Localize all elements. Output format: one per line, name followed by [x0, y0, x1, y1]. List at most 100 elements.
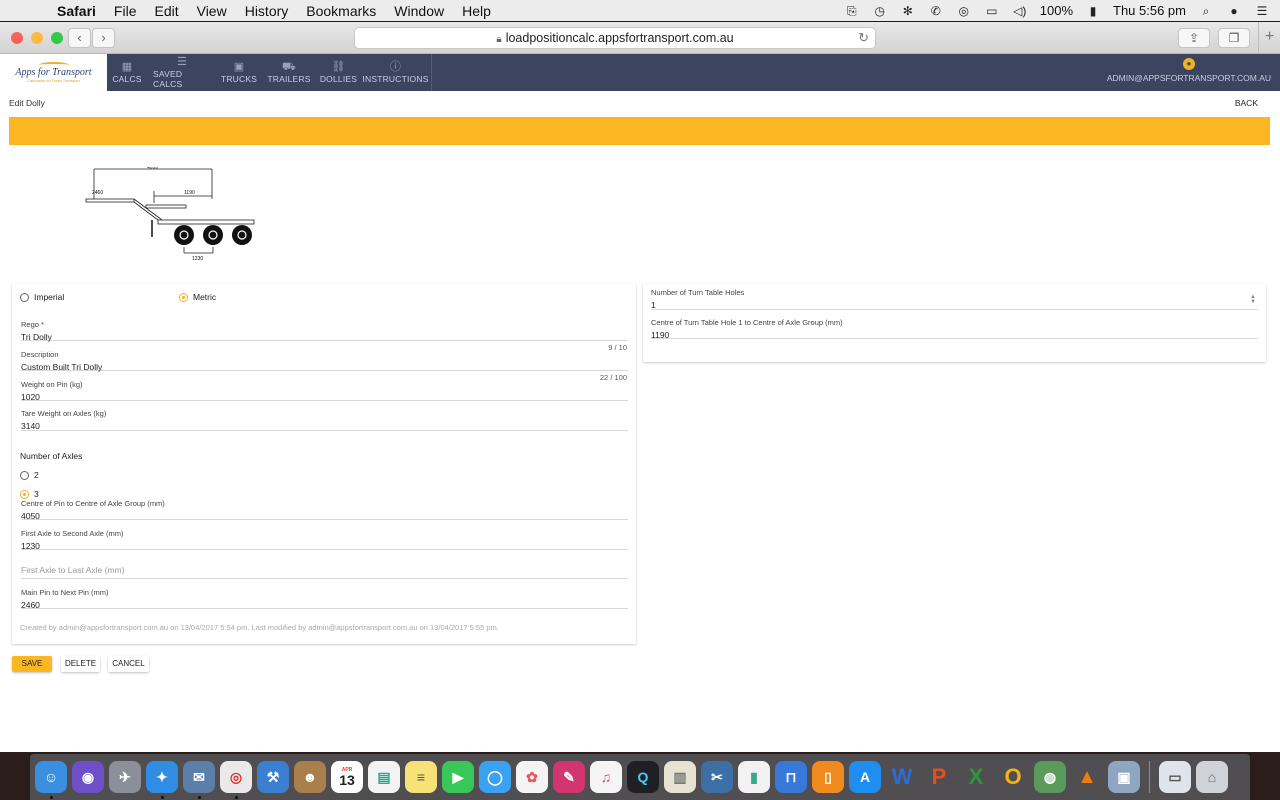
launchpad-icon[interactable]: ✈ — [109, 761, 141, 793]
nav-trucks[interactable]: ▣ TRUCKS — [217, 54, 261, 91]
bluetooth-icon[interactable]: ✻ — [900, 4, 916, 18]
phone-icon[interactable]: ✆ — [928, 4, 944, 18]
ibooks-icon[interactable]: ▯ — [812, 761, 844, 793]
photos-icon[interactable]: ✿ — [516, 761, 548, 793]
menu-bookmarks[interactable]: Bookmarks — [297, 3, 385, 19]
powerpoint-icon[interactable]: P — [923, 761, 955, 793]
nav-calcs[interactable]: ▦ CALCS — [107, 54, 147, 91]
radio-axles-3-dot[interactable] — [20, 489, 29, 499]
centre-pin-axle-field[interactable]: Centre of Pin to Centre of Axle Group (m… — [21, 499, 628, 521]
preview-app-icon[interactable]: ▥ — [664, 761, 696, 793]
clock[interactable]: Thu 5:56 pm — [1113, 3, 1186, 18]
vlc-icon[interactable]: ▲ — [1071, 761, 1103, 793]
xcode-icon[interactable]: ⚒ — [257, 761, 289, 793]
main-pin-next-field[interactable]: Main Pin to Next Pin (mm) 2460 — [21, 588, 628, 610]
keynote-icon[interactable]: ⊓ — [775, 761, 807, 793]
share-icon[interactable]: ⇪ — [1178, 28, 1210, 48]
first-last-axle-field[interactable]: First Axle to Last Axle (mm) — [21, 565, 628, 579]
reload-icon[interactable]: ↻ — [858, 28, 869, 48]
turntable-centre-field[interactable]: Centre of Turn Table Hole 1 to Centre of… — [651, 318, 1258, 340]
radio-metric-dot[interactable] — [179, 292, 188, 302]
save-button[interactable]: SAVE — [12, 656, 52, 672]
turntable-centre-value[interactable]: 1190 — [651, 330, 1258, 340]
turntable-holes-select[interactable]: Number of Turn Table Holes 1 ▲ ▼ — [651, 288, 1258, 310]
app-logo[interactable]: Apps for Transport Calculator for Road T… — [0, 54, 107, 91]
menu-help[interactable]: Help — [453, 3, 500, 19]
menu-edit[interactable]: Edit — [145, 3, 187, 19]
photos-mail-icon[interactable]: ▤ — [368, 761, 400, 793]
preview-icon[interactable]: ✉ — [183, 761, 215, 799]
messages-app-icon[interactable]: ◯ — [479, 761, 511, 793]
unit-metric-radio[interactable]: Metric — [179, 292, 216, 302]
first-second-axle-value[interactable]: 1230 — [21, 541, 628, 551]
weight-on-pin-value[interactable]: 1020 — [21, 392, 628, 402]
axles-2-radio[interactable]: 2 — [20, 470, 39, 480]
time-machine-icon[interactable]: ◷ — [872, 4, 888, 18]
calendar-icon[interactable]: APR 13 — [331, 761, 363, 793]
siri-app-icon[interactable]: ◉ — [72, 761, 104, 793]
notes-icon[interactable]: ≡ — [405, 761, 437, 793]
quicktime-icon[interactable]: Q — [627, 761, 659, 793]
notification-center-icon[interactable]: ☰ — [1254, 4, 1270, 18]
tabs-overview-icon[interactable]: ❐ — [1218, 28, 1250, 48]
excel-icon[interactable]: X — [960, 761, 992, 793]
facetime-icon[interactable]: ▶ — [442, 761, 474, 793]
new-tab-icon[interactable]: + — [1258, 22, 1280, 54]
cancel-button[interactable]: CANCEL — [108, 656, 149, 672]
zoom-window-button[interactable] — [51, 32, 63, 44]
pixelmator-icon[interactable]: ✎ — [553, 761, 585, 793]
nav-instructions[interactable]: ⓘ INSTRUCTIONS — [360, 54, 432, 91]
spotlight-icon[interactable]: ⌕ — [1198, 4, 1214, 18]
description-value[interactable]: Custom Built Tri Dolly — [21, 362, 628, 372]
safari-icon[interactable]: ✦ — [146, 761, 178, 799]
siri-icon[interactable]: ● — [1226, 4, 1242, 18]
axles-3-radio[interactable]: 3 — [20, 489, 39, 499]
volume-icon[interactable]: ◁) — [1012, 4, 1028, 18]
outlook-icon[interactable]: O — [997, 761, 1029, 793]
weight-on-pin-field[interactable]: Weight on Pin (kg) 1020 — [21, 380, 628, 402]
screenshot-icon[interactable]: ✂ — [701, 761, 733, 793]
tare-weight-value[interactable]: 3140 — [21, 421, 628, 431]
description-field[interactable]: Description Custom Built Tri Dolly — [21, 350, 628, 372]
battery-icon[interactable]: ▮ — [1085, 4, 1101, 18]
downloads-stack-icon[interactable]: ▭ — [1159, 761, 1191, 793]
rego-value[interactable]: Tri Dolly — [21, 332, 628, 342]
menu-view[interactable]: View — [188, 3, 236, 19]
image-capture-icon[interactable]: ▣ — [1108, 761, 1140, 793]
rego-field[interactable]: Rego * Tri Dolly — [21, 320, 628, 342]
close-window-button[interactable] — [11, 32, 23, 44]
contacts-icon[interactable]: ☻ — [294, 761, 326, 793]
minimize-window-button[interactable] — [31, 32, 43, 44]
first-second-axle-field[interactable]: First Axle to Second Axle (mm) 1230 — [21, 529, 628, 551]
airplay-icon[interactable]: ▭ — [984, 4, 1000, 18]
menu-file[interactable]: File — [105, 3, 146, 19]
menu-history[interactable]: History — [236, 3, 298, 19]
radio-imperial-dot[interactable] — [20, 292, 29, 302]
menu-app-name[interactable]: Safari — [48, 3, 105, 19]
menu-window[interactable]: Window — [385, 3, 453, 19]
messages-icon[interactable]: ◎ — [956, 4, 972, 18]
itunes-icon[interactable]: ♫ — [590, 761, 622, 793]
radio-axles-2-dot[interactable] — [20, 470, 29, 480]
chrome-icon[interactable]: ◎ — [220, 761, 252, 799]
nav-saved-calcs[interactable]: ☰ SAVED CALCS — [147, 54, 217, 91]
turntable-holes-value[interactable]: 1 — [651, 300, 1258, 310]
network-icon[interactable]: ◍ — [1034, 761, 1066, 793]
trash-icon[interactable]: ⌂ — [1196, 761, 1228, 793]
app-store-icon[interactable]: A — [849, 761, 881, 793]
unit-imperial-radio[interactable]: Imperial — [20, 292, 64, 302]
tare-weight-field[interactable]: Tare Weight on Axles (kg) 3140 — [21, 409, 628, 431]
main-pin-next-value[interactable]: 2460 — [21, 600, 628, 610]
user-menu[interactable]: ● ADMIN@APPSFORTRANSPORT.COM.AU — [1107, 58, 1271, 83]
delete-button[interactable]: DELETE — [61, 656, 100, 672]
back-button[interactable]: BACK — [1235, 98, 1258, 108]
centre-pin-axle-value[interactable]: 4050 — [21, 511, 628, 521]
numbers-icon[interactable]: ▮ — [738, 761, 770, 793]
nav-dollies[interactable]: ⛓ DOLLIES — [317, 54, 360, 91]
mirror-icon[interactable]: ⎘ — [844, 4, 860, 18]
nav-trailers[interactable]: ⛟ TRAILERS — [261, 54, 317, 91]
back-icon[interactable]: ‹ — [68, 28, 91, 48]
finder-icon[interactable]: ☺ — [35, 761, 67, 799]
word-icon[interactable]: W — [886, 761, 918, 793]
address-bar[interactable]: 🔒︎ loadpositioncalc.appsfortransport.com.… — [354, 27, 876, 49]
